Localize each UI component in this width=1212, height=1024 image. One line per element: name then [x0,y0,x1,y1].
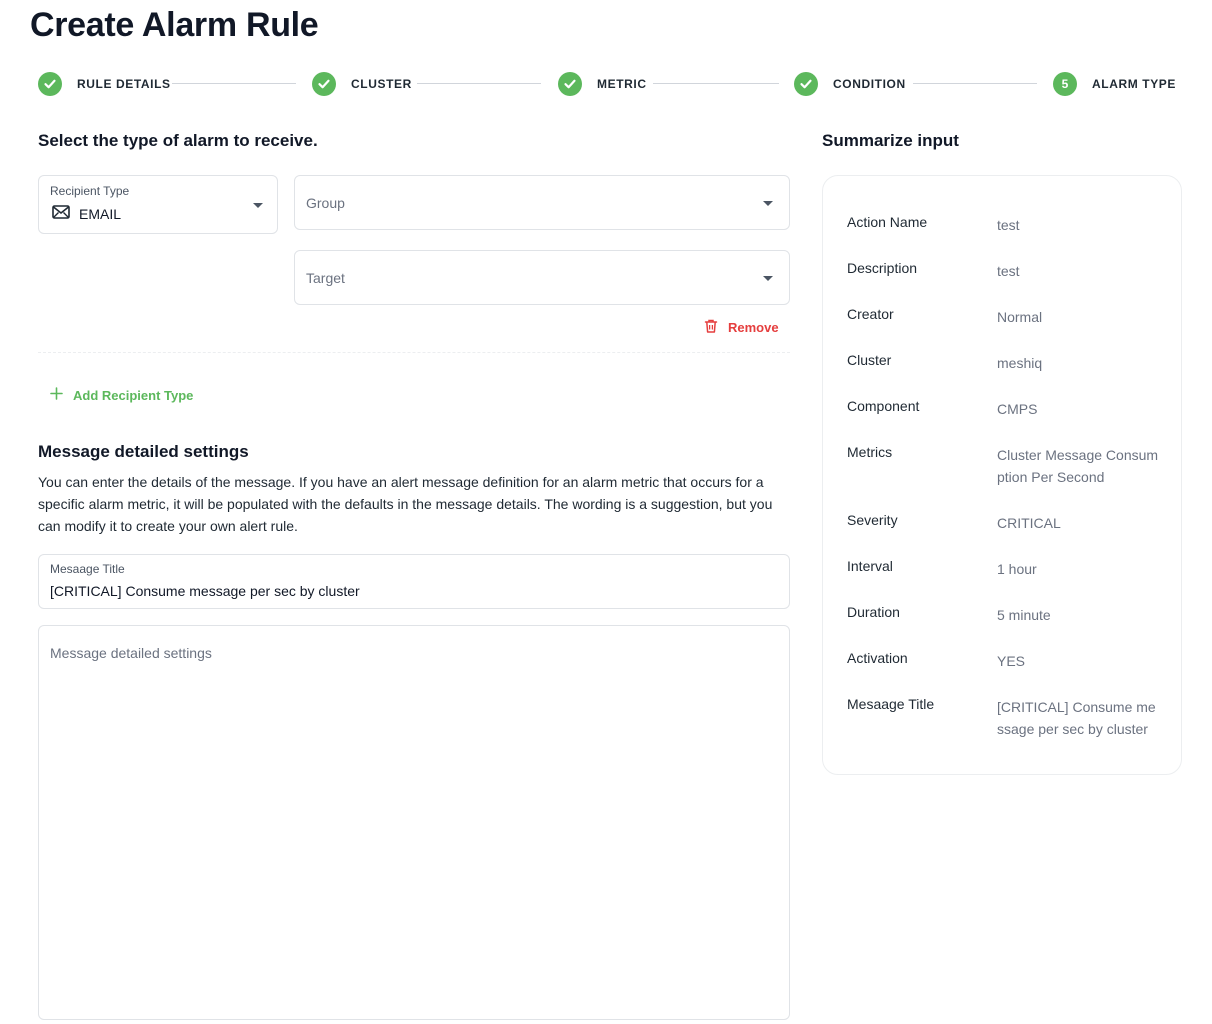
check-icon [38,72,62,96]
step-label: ALARM TYPE [1092,77,1176,91]
recipient-type-value: EMAIL [79,206,122,222]
message-title-label: Mesaage Title [50,562,125,576]
step-alarm-type[interactable]: 5 ALARM TYPE [1053,72,1176,96]
summary-value: Normal [997,309,1043,325]
step-condition[interactable]: CONDITION [794,72,906,96]
step-connector [417,83,541,84]
message-title-input[interactable]: Mesaage Title [CRITICAL] Consume message… [38,554,790,609]
summary-value: test [997,217,1020,233]
summary-title: Summarize input [822,131,959,150]
target-select[interactable]: Target [294,250,790,305]
divider [38,352,790,353]
message-description: You can enter the details of the message… [38,474,773,534]
check-icon [794,72,818,96]
summary-key: Cluster [847,352,892,368]
message-body-placeholder: Message detailed settings [50,645,212,661]
group-placeholder: Group [306,195,345,211]
check-icon [312,72,336,96]
create-alarm-rule-page: Create Alarm Rule RULE DETAILS CLUSTER M… [0,0,1212,1024]
chevron-down-icon [253,203,263,208]
step-label: RULE DETAILS [77,77,171,91]
summary-key: Action Name [847,214,928,230]
summary-card: Action Name test Description test Creato… [822,175,1182,775]
step-label: CLUSTER [351,77,412,91]
summary-value: YES [997,653,1026,669]
step-cluster[interactable]: CLUSTER [312,72,412,96]
summary-key: Mesaage Title [847,696,935,712]
summary-key: Duration [847,604,900,620]
summary-key: Activation [847,650,908,666]
summary-key: Metrics [847,444,893,460]
add-label: Add Recipient Type [73,387,194,403]
step-label: METRIC [597,77,647,91]
step-label: CONDITION [833,77,906,91]
step-rule-details[interactable]: RULE DETAILS [38,72,171,96]
summary-value: CMPS [997,401,1038,417]
add-recipient-type-button[interactable]: Add Recipient Type [50,387,193,403]
recipient-type-select[interactable]: Recipient Type EMAIL [38,175,278,234]
message-title-value: [CRITICAL] Consume message per sec by cl… [50,583,360,599]
plus-icon [50,387,73,403]
remove-label: Remove [728,320,779,335]
summary-key: Creator [847,306,894,322]
summary-key: Interval [847,558,893,574]
summary-value: 5 minute [997,607,1051,623]
group-select[interactable]: Group [294,175,790,230]
mail-icon [52,205,70,224]
stepper: RULE DETAILS CLUSTER METRIC CONDITION 5 [38,72,1178,96]
message-body-textarea[interactable]: Message detailed settings [38,625,790,1020]
alarm-section-title: Select the type of alarm to receive. [38,131,318,150]
summary-value: 1 hour [997,561,1037,577]
check-icon [558,72,582,96]
recipient-type-label: Recipient Type [50,184,130,198]
step-number: 5 [1053,72,1077,96]
summary-value: Cluster Message Consumption Per Second [997,447,1159,485]
summary-value: meshiq [997,355,1043,371]
summary-key: Description [847,260,918,276]
step-connector [172,83,296,84]
message-heading: Message detailed settings [38,442,249,461]
trash-icon [703,318,728,337]
chevron-down-icon [763,276,773,281]
step-connector [653,83,779,84]
summary-value: [CRITICAL] Consume message per sec by cl… [997,699,1156,737]
summary-value: test [997,263,1020,279]
step-connector [913,83,1037,84]
step-metric[interactable]: METRIC [558,72,647,96]
summary-key: Component [847,398,920,414]
summary-key: Severity [847,512,898,528]
target-placeholder: Target [306,270,345,286]
summary-value: CRITICAL [997,515,1061,531]
chevron-down-icon [763,201,773,206]
remove-recipient-button[interactable]: Remove [703,318,779,337]
page-title: Create Alarm Rule [30,6,319,44]
